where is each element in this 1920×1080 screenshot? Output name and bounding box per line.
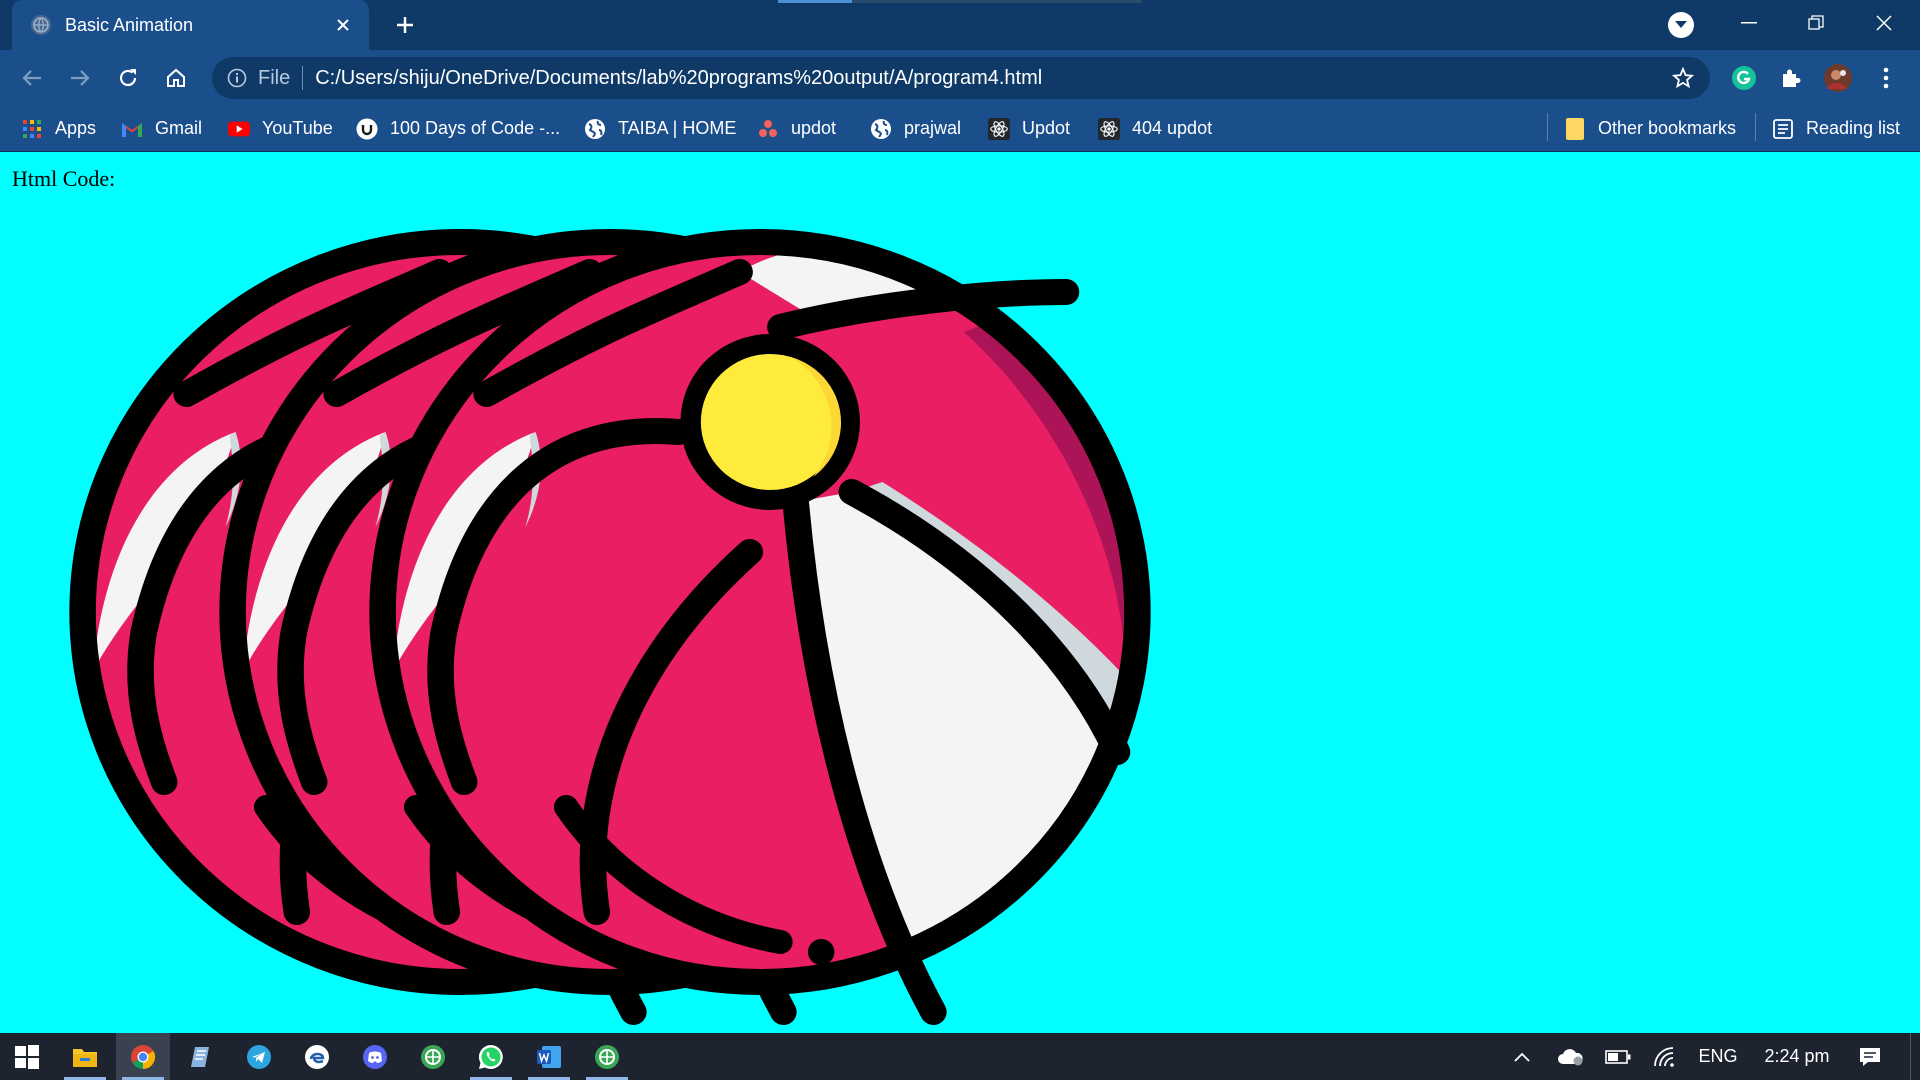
file-explorer-icon[interactable] <box>58 1033 112 1080</box>
address-scheme-label: File <box>258 66 291 89</box>
bookmark-label: Gmail <box>155 118 203 138</box>
loading-indicator <box>778 0 852 3</box>
discord-icon[interactable] <box>348 1033 402 1080</box>
bookmark-label: YouTube <box>262 118 333 138</box>
tab-search-icon[interactable] <box>1668 12 1694 38</box>
close-tab-icon[interactable] <box>329 11 357 39</box>
other-bookmarks-label: Other bookmarks <box>1598 118 1737 138</box>
bookmark-label: 100 Days of Code -... <box>390 118 561 138</box>
telegram-icon[interactable] <box>232 1033 286 1080</box>
bookmarks-divider <box>1547 113 1548 141</box>
bookmark-updot-react[interactable]: Updot <box>988 105 1070 152</box>
udemy-icon <box>356 118 378 140</box>
apps-grid-icon <box>21 118 43 140</box>
loading-track <box>852 0 1142 3</box>
app-green-icon[interactable] <box>406 1033 460 1080</box>
address-bar[interactable]: File C:/Users/shiju/OneDrive/Documents/l… <box>212 57 1710 99</box>
language-indicator[interactable]: ENG <box>1694 1033 1742 1080</box>
word-icon[interactable] <box>522 1033 576 1080</box>
tab-title: Basic Animation <box>65 14 194 35</box>
browser-tab[interactable]: Basic Animation <box>12 0 369 50</box>
clock[interactable]: 2:24 pm <box>1752 1033 1842 1080</box>
reload-icon[interactable] <box>111 61 145 95</box>
onedrive-cloud-icon[interactable] <box>1552 1033 1588 1080</box>
bookmark-label: prajwal <box>904 118 962 138</box>
extensions-puzzle-icon[interactable] <box>1775 62 1807 94</box>
page-content: Html Code: <box>0 152 1920 1033</box>
bookmark-youtube[interactable]: YouTube <box>228 105 333 152</box>
bookmark-prajwal[interactable]: prajwal <box>870 105 961 152</box>
bookmarks-divider <box>1755 113 1756 141</box>
url-text[interactable]: C:/Users/shiju/OneDrive/Documents/lab%20… <box>315 67 1666 90</box>
bookmarks-bar: Apps Gmail YouTube 100 Days of Code -...… <box>0 105 1920 152</box>
bookmark-label: TAIBA | HOME <box>618 118 737 138</box>
bookmark-updot[interactable]: updot <box>757 105 836 152</box>
folder-icon <box>1564 117 1586 140</box>
tab-strip: Basic Animation <box>0 0 1920 50</box>
battery-icon[interactable] <box>1600 1033 1636 1080</box>
globe-icon <box>31 15 51 35</box>
windows-start-icon[interactable] <box>0 1033 54 1080</box>
bookmark-star-icon[interactable] <box>1666 61 1700 95</box>
home-icon[interactable] <box>159 61 193 95</box>
bookmark-100-days[interactable]: 100 Days of Code -... <box>356 105 560 152</box>
profile-avatar[interactable] <box>1822 62 1854 94</box>
new-tab-icon[interactable] <box>390 10 420 40</box>
bookmark-label: updot <box>791 118 837 138</box>
close-window-icon[interactable] <box>1850 0 1918 45</box>
other-bookmarks[interactable]: Other bookmarks <box>1564 105 1736 152</box>
bookmark-gmail[interactable]: Gmail <box>121 105 202 152</box>
wifi-icon[interactable] <box>1648 1033 1684 1080</box>
chrome-icon[interactable] <box>116 1033 170 1080</box>
beach-ball-animation <box>0 152 1200 1033</box>
windows-taskbar: ENG 2:24 pm <box>0 1033 1920 1080</box>
notepad-icon[interactable] <box>174 1033 228 1080</box>
youtube-icon <box>228 118 250 140</box>
bookmark-404-updot[interactable]: 404 updot <box>1098 105 1212 152</box>
bookmark-label: Updot <box>1022 118 1071 138</box>
restore-icon[interactable] <box>1782 0 1850 45</box>
bookmark-taiba[interactable]: TAIBA | HOME <box>584 105 736 152</box>
minimize-icon[interactable] <box>1715 0 1783 45</box>
globe-icon <box>584 118 606 140</box>
updot-icon <box>757 118 779 140</box>
whatsapp-icon[interactable] <box>464 1033 518 1080</box>
app-green-icon[interactable] <box>580 1033 634 1080</box>
bookmark-apps[interactable]: Apps <box>21 105 96 152</box>
reading-list-icon <box>1772 118 1794 140</box>
reading-list-label: Reading list <box>1806 118 1901 138</box>
bookmark-label: Apps <box>55 118 97 138</box>
forward-icon[interactable] <box>63 61 97 95</box>
address-divider <box>302 66 304 90</box>
react-icon <box>988 117 1010 140</box>
browser-toolbar: File C:/Users/shiju/OneDrive/Documents/l… <box>0 50 1920 105</box>
edge-icon[interactable] <box>290 1033 344 1080</box>
react-icon <box>1098 117 1120 140</box>
reading-list[interactable]: Reading list <box>1772 105 1900 152</box>
info-icon[interactable] <box>226 67 248 89</box>
gmail-icon <box>121 118 143 140</box>
notifications-icon[interactable] <box>1852 1033 1888 1080</box>
grammarly-icon[interactable] <box>1728 62 1760 94</box>
globe-icon <box>870 118 892 140</box>
back-icon[interactable] <box>15 61 49 95</box>
show-desktop-button[interactable] <box>1910 1033 1914 1080</box>
browser-menu-icon[interactable] <box>1870 62 1902 94</box>
show-hidden-icons-chevron-icon[interactable] <box>1505 1033 1539 1080</box>
bookmark-label: 404 updot <box>1132 118 1213 138</box>
